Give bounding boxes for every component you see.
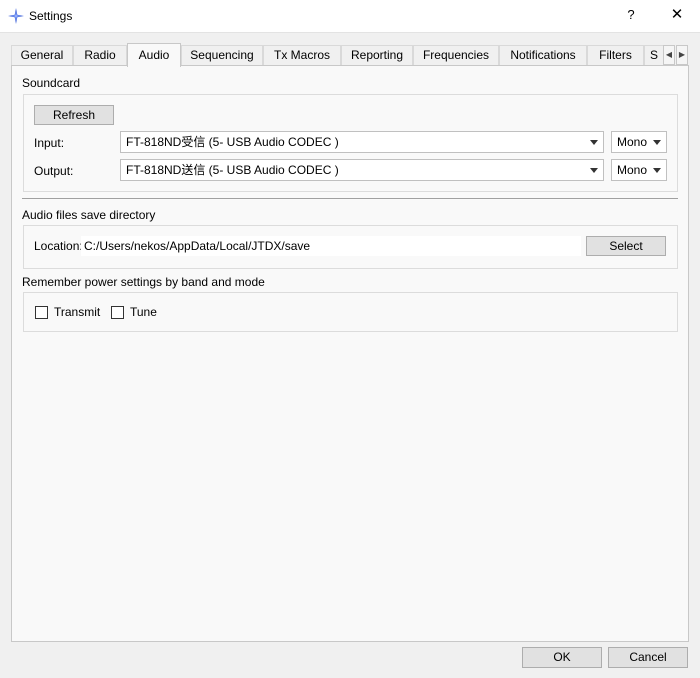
chevron-down-icon [590,140,598,145]
save-dir-group: Location: C:/Users/nekos/AppData/Local/J… [23,225,678,269]
power-group: Transmit Tune [23,292,678,332]
power-title: Remember power settings by band and mode [22,275,265,289]
soundcard-group: Refresh Input: FT-818ND受信 (5- USB Audio … [23,94,678,192]
tab-notifications[interactable]: Notifications [499,45,587,65]
tab-audio[interactable]: Audio [127,43,181,67]
input-channel-select[interactable]: Mono [611,131,667,153]
output-channel-value: Mono [617,163,648,177]
transmit-checkbox[interactable] [35,306,48,319]
input-channel-value: Mono [617,135,648,149]
audio-tab-panel: Soundcard Refresh Input: FT-818ND受信 (5- … [11,65,689,642]
tab-label: Frequencies [422,48,490,62]
tune-checkbox[interactable] [111,306,124,319]
save-dir-title: Audio files save directory [22,208,156,222]
tab-general[interactable]: General [11,45,73,65]
close-button[interactable]: ✕ [666,4,688,26]
output-channel-select[interactable]: Mono [611,159,667,181]
chevron-down-icon [590,168,598,173]
location-label: Location: [34,239,83,253]
tab-label: Notifications [510,48,576,62]
tab-tx-macros[interactable]: Tx Macros [263,45,341,65]
tab-label: Tx Macros [273,48,330,62]
tab-bar: General Radio Audio Sequencing Tx Macros… [11,43,689,67]
title-bar: Settings ? ✕ [0,0,700,33]
tab-reporting[interactable]: Reporting [341,45,413,65]
input-device-value: FT-818ND受信 (5- USB Audio CODEC ) [126,135,339,149]
tab-label: Filters [599,48,632,62]
refresh-button[interactable]: Refresh [34,105,114,125]
app-star-icon [8,8,24,24]
tab-frequencies[interactable]: Frequencies [413,45,499,65]
output-device-value: FT-818ND送信 (5- USB Audio CODEC ) [126,163,339,177]
tab-label: Audio [138,48,170,62]
input-device-select[interactable]: FT-818ND受信 (5- USB Audio CODEC ) [120,131,604,153]
tab-scroll-right-icon[interactable]: ▶ [676,45,688,65]
output-device-select[interactable]: FT-818ND送信 (5- USB Audio CODEC ) [120,159,604,181]
save-path-field[interactable]: C:/Users/nekos/AppData/Local/JTDX/save [81,236,581,256]
tab-sequencing[interactable]: Sequencing [181,45,263,65]
tab-scroll-left-icon[interactable]: ◀ [663,45,675,65]
output-label: Output: [34,164,74,178]
tab-label: S [649,48,658,62]
tab-label: Reporting [350,48,404,62]
chevron-down-icon [653,168,661,173]
tab-s-partial[interactable]: S [644,45,664,65]
soundcard-title: Soundcard [22,76,81,90]
tab-label: Radio [84,48,116,62]
help-button[interactable]: ? [620,4,642,26]
select-button[interactable]: Select [586,236,666,256]
tab-label: Sequencing [190,48,254,62]
ok-button[interactable]: OK [522,647,602,668]
cancel-button[interactable]: Cancel [608,647,688,668]
section-divider [22,198,678,199]
tab-radio[interactable]: Radio [73,45,127,65]
transmit-label[interactable]: Transmit [54,305,100,319]
input-label: Input: [34,136,65,150]
tab-filters[interactable]: Filters [587,45,644,65]
window-title: Settings [29,9,73,23]
chevron-down-icon [653,140,661,145]
tune-label[interactable]: Tune [130,305,157,319]
tab-label: General [20,48,64,62]
